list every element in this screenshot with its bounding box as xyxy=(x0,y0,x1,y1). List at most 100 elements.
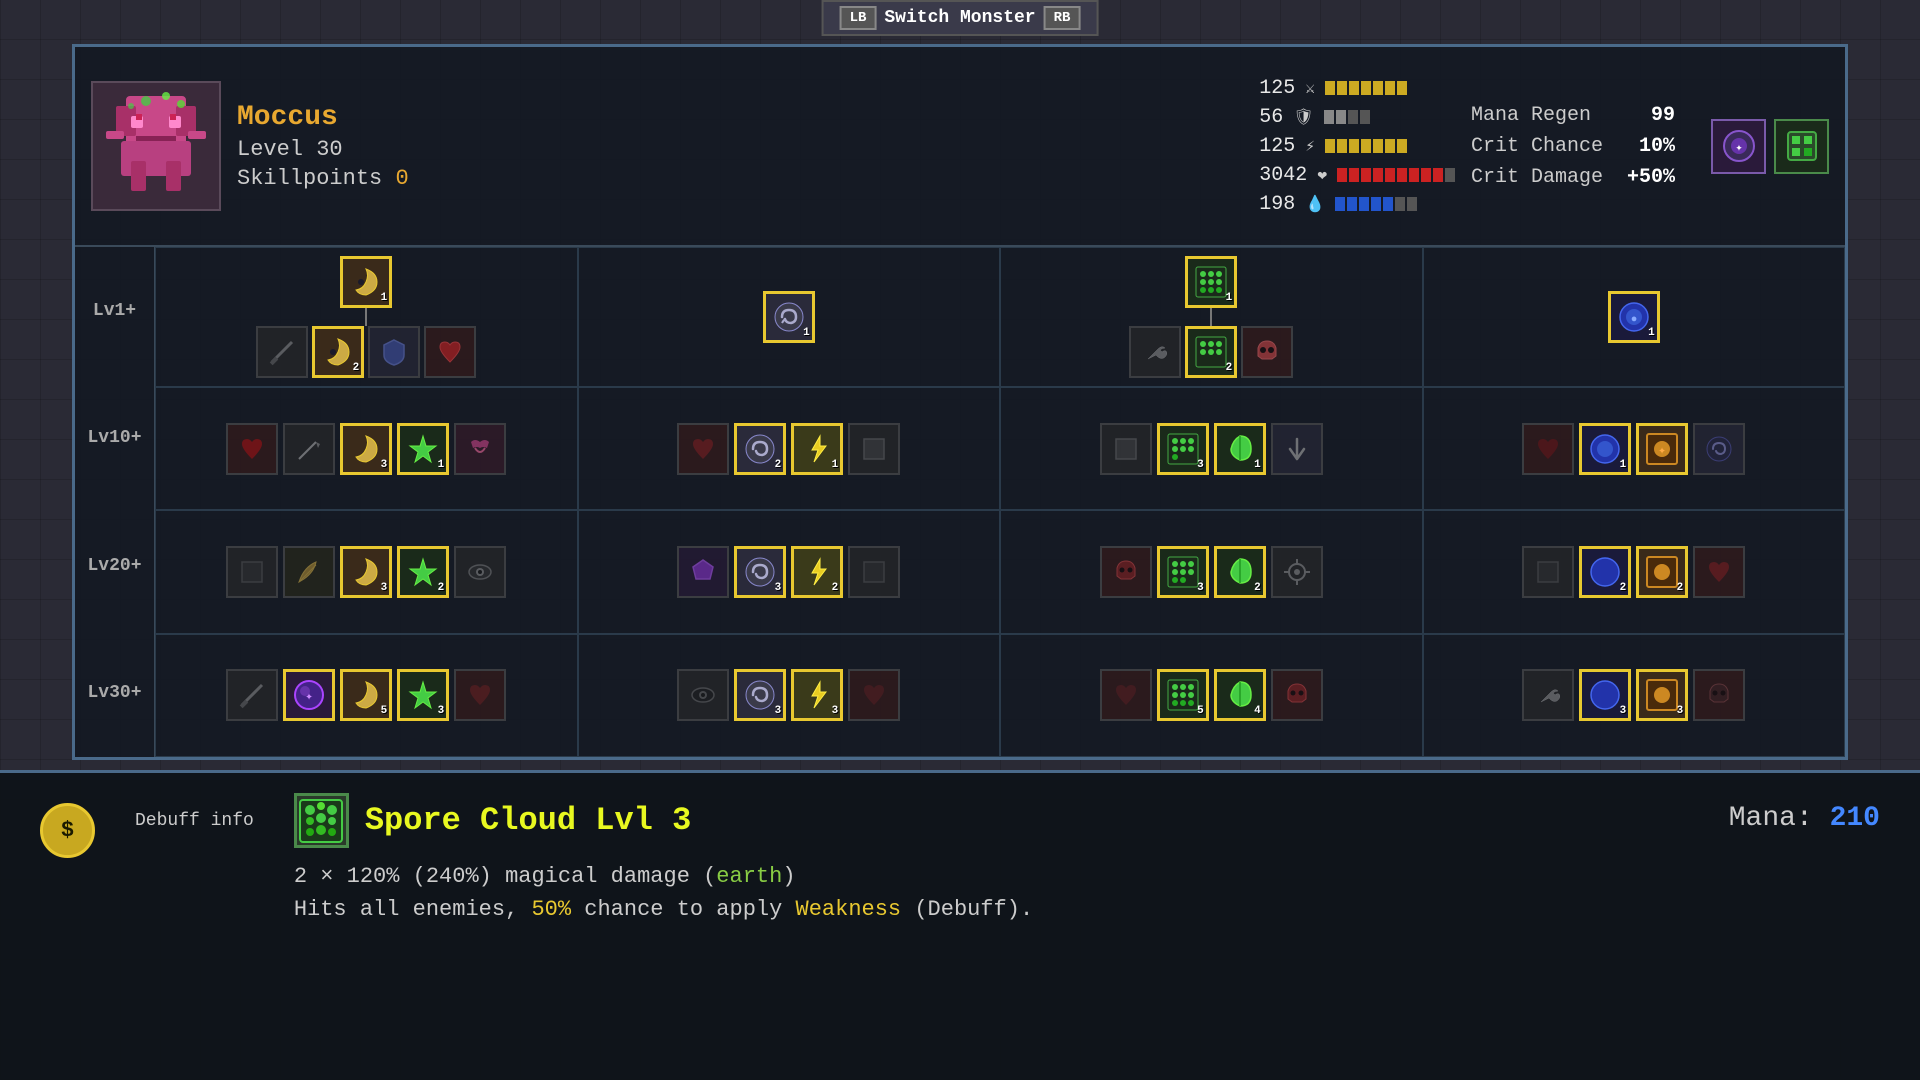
skill-cell-r2c1: 3 2 xyxy=(578,510,1001,633)
crit-chance-label: Crit Chance xyxy=(1471,135,1603,158)
skill-moon-2[interactable]: 2 xyxy=(312,326,364,378)
skill-heart-1[interactable] xyxy=(424,326,476,378)
skill-eye-r3[interactable] xyxy=(677,669,729,721)
bottom-panel: $ Debuff info Spore Cloud Lvl 3 xyxy=(0,770,1920,1080)
monster-info: Moccus Level 30 Skillpoints 0 xyxy=(237,102,1243,191)
skill-cell-r2c3: 2 2 xyxy=(1423,510,1846,633)
debuff-label: Debuff info xyxy=(135,811,254,831)
skill-arrow-down-1[interactable] xyxy=(1271,423,1323,475)
skill-moon-3[interactable]: 3 xyxy=(340,423,392,475)
skill-tree-container: Lv1+ Lv10+ Lv20+ Lv30+ 1 xyxy=(75,247,1845,757)
skill-leaf-1[interactable]: 1 xyxy=(1214,423,1266,475)
skill-block-r1c2[interactable] xyxy=(1100,423,1152,475)
skill-skull-r3c3[interactable] xyxy=(1693,669,1745,721)
skill-heart-r1c1[interactable] xyxy=(677,423,729,475)
rb-button[interactable]: RB xyxy=(1044,6,1081,30)
skill-knife-r1[interactable] xyxy=(283,423,335,475)
skill-heart-r3c2a[interactable] xyxy=(1100,669,1152,721)
skill-dots-1[interactable]: 1 xyxy=(1185,256,1237,308)
skill-water-1[interactable]: ● 1 xyxy=(1608,291,1660,343)
skill-eye-1[interactable] xyxy=(454,546,506,598)
skill-lightning-1[interactable]: 1 xyxy=(791,423,843,475)
skill-gear-1[interactable] xyxy=(1271,546,1323,598)
skill-heart-r3c1[interactable] xyxy=(848,669,900,721)
debuff-coin: $ xyxy=(40,803,95,858)
skill-shield-1[interactable] xyxy=(368,326,420,378)
hp-stat: 3042 ❤ xyxy=(1259,164,1455,187)
skill-moon-1[interactable]: 1 xyxy=(340,256,392,308)
skill-swirl-3[interactable]: 3 xyxy=(734,546,786,598)
skill-water-r2c3[interactable]: 2 xyxy=(1579,546,1631,598)
skill-wrench-1[interactable] xyxy=(1129,326,1181,378)
skill-dots-r3c2[interactable]: 5 xyxy=(1157,669,1209,721)
skill-dots-2[interactable]: 2 xyxy=(1185,326,1237,378)
skill-purple-r2[interactable] xyxy=(677,546,729,598)
svg-text:✦: ✦ xyxy=(305,689,313,704)
skill-lightning-3[interactable]: 3 xyxy=(791,669,843,721)
skill-demon-1[interactable] xyxy=(454,423,506,475)
skill-lightning-2[interactable]: 2 xyxy=(791,546,843,598)
skill-swirl-r3c1[interactable]: 3 xyxy=(734,669,786,721)
skill-heart-r1c3[interactable] xyxy=(1522,423,1574,475)
skill-leaf-3[interactable]: 4 xyxy=(1214,669,1266,721)
skill-cell-r0c1: 1 xyxy=(578,247,1001,387)
skill-wrench-r3c3[interactable] xyxy=(1522,669,1574,721)
skill-skull-1[interactable] xyxy=(1241,326,1293,378)
skill-water-r3c3[interactable]: 3 xyxy=(1579,669,1631,721)
crit-chance-val: 10% xyxy=(1639,135,1675,158)
skill-fire-3[interactable]: 3 xyxy=(1636,669,1688,721)
monster-header: Moccus Level 30 Skillpoints 0 125 ⚔ xyxy=(75,47,1845,247)
skill-star-2[interactable]: 2 xyxy=(397,546,449,598)
skill-fire-2[interactable]: 2 xyxy=(1636,546,1688,598)
crit-damage-row: Crit Damage +50% xyxy=(1471,166,1675,189)
level-label-30: Lv30+ xyxy=(75,630,154,758)
skill-cell-r1c3: 1 ✦ xyxy=(1423,387,1846,510)
skill-detail-name: Spore Cloud Lvl 3 xyxy=(365,802,691,839)
equip-icon-2[interactable] xyxy=(1774,119,1829,174)
chance-highlight: 50% xyxy=(531,897,571,922)
def-stat: 56 🛡 xyxy=(1259,106,1455,129)
skill-dots-r2c2[interactable]: 3 xyxy=(1157,546,1209,598)
switch-monster-label: Switch Monster xyxy=(884,8,1035,28)
skill-cell-r0c3: ● 1 xyxy=(1423,247,1846,387)
skill-star-3[interactable]: 3 xyxy=(397,669,449,721)
skill-orb-1[interactable]: ✦ xyxy=(283,669,335,721)
level-label-20: Lv20+ xyxy=(75,502,154,630)
skill-cell-r2c2: 3 2 xyxy=(1000,510,1423,633)
skill-swirl-r1c3[interactable] xyxy=(1693,423,1745,475)
skill-block-r2c3[interactable] xyxy=(1522,546,1574,598)
mana-regen-val: 99 xyxy=(1651,104,1675,127)
crit-chance-row: Crit Chance 10% xyxy=(1471,135,1675,158)
skill-detail-icon xyxy=(294,793,349,848)
skill-heart-r1[interactable] xyxy=(226,423,278,475)
skill-sword-1[interactable] xyxy=(256,326,308,378)
lb-button[interactable]: LB xyxy=(840,6,877,30)
skill-cell-r0c2: 1 xyxy=(1000,247,1423,387)
skill-block-r2[interactable] xyxy=(226,546,278,598)
skill-cell-r0c0: 1 2 xyxy=(155,247,578,387)
skill-feather-1[interactable] xyxy=(283,546,335,598)
skill-skull-r2[interactable] xyxy=(1100,546,1152,598)
skill-block-r1c1[interactable] xyxy=(848,423,900,475)
skill-swirl-1[interactable]: 1 xyxy=(763,291,815,343)
skill-dots-3[interactable]: 3 xyxy=(1157,423,1209,475)
right-stats: Mana Regen 99 Crit Chance 10% Crit Damag… xyxy=(1471,104,1675,189)
skill-cell-r3c0: ✦ 5 3 xyxy=(155,634,578,757)
skill-leaf-2[interactable]: 2 xyxy=(1214,546,1266,598)
skill-skull-r3c2[interactable] xyxy=(1271,669,1323,721)
skill-heart-r2c3[interactable] xyxy=(1693,546,1745,598)
skill-block-r2c1[interactable] xyxy=(848,546,900,598)
equip-icon-1[interactable]: ✦ xyxy=(1711,119,1766,174)
svg-text:✦: ✦ xyxy=(1658,443,1666,458)
skill-water-2[interactable]: 1 xyxy=(1579,423,1631,475)
skill-fire-1[interactable]: ✦ xyxy=(1636,423,1688,475)
skill-grid: 1 2 xyxy=(155,247,1845,757)
crit-damage-val: +50% xyxy=(1627,166,1675,189)
skill-moon-r3[interactable]: 5 xyxy=(340,669,392,721)
skill-star-1[interactable]: 1 xyxy=(397,423,449,475)
monster-name: Moccus xyxy=(237,102,1243,133)
skill-swirl-2[interactable]: 2 xyxy=(734,423,786,475)
skill-sword-r3[interactable] xyxy=(226,669,278,721)
skill-heart-r3c0[interactable] xyxy=(454,669,506,721)
skill-moon-r2[interactable]: 3 xyxy=(340,546,392,598)
